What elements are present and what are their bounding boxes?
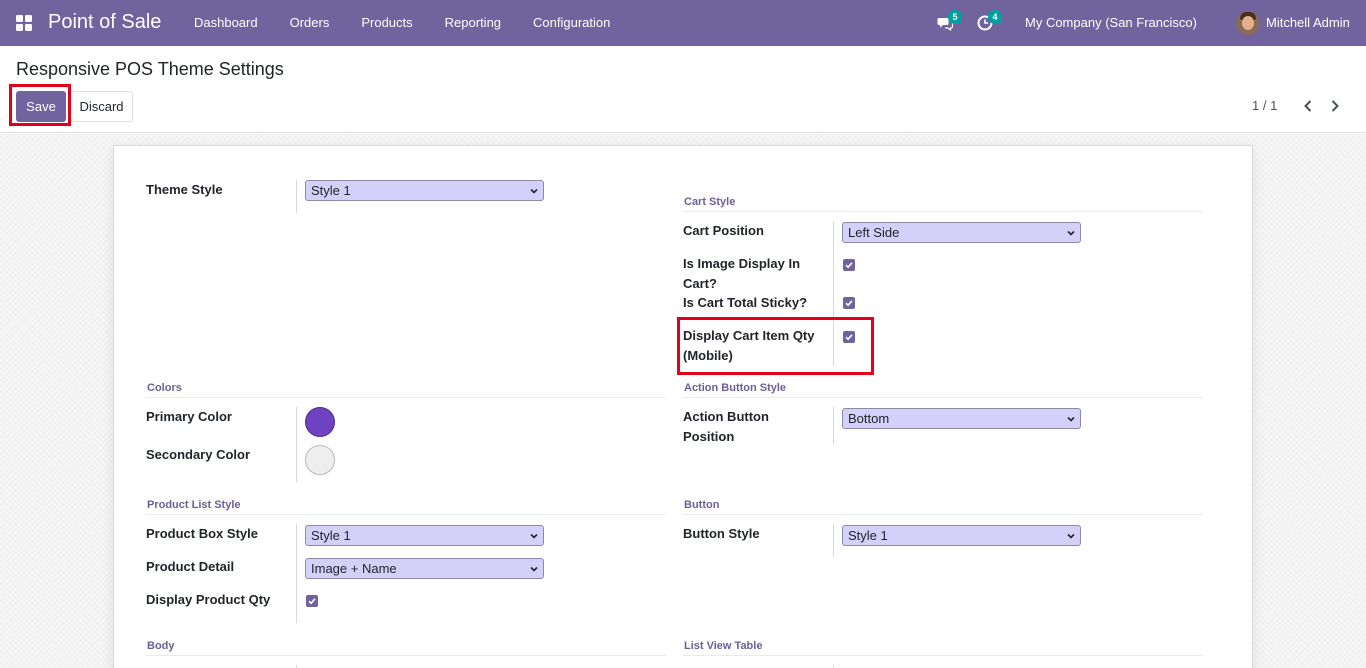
pager-next-icon[interactable]	[1327, 98, 1343, 114]
app-title[interactable]: Point of Sale	[48, 11, 161, 34]
field-divider	[833, 524, 834, 557]
field-divider	[296, 407, 297, 482]
section-separator	[683, 397, 1203, 398]
display-cart-qty-label-line1: Display Cart Item Qty	[683, 328, 815, 343]
action-button-position-value: Bottom	[848, 411, 890, 426]
main-menu: Dashboard Orders Products Reporting Conf…	[178, 0, 626, 46]
is-image-display-label-line1: Is Image Display In	[683, 256, 801, 271]
is-cart-total-sticky-label: Is Cart Total Sticky?	[683, 295, 808, 310]
display-product-qty-checkbox[interactable]	[306, 595, 318, 607]
action-button-position-label-line1: Action Button	[683, 409, 769, 424]
menu-item-dashboard[interactable]: Dashboard	[178, 0, 274, 46]
chevron-down-icon	[1067, 533, 1075, 539]
check-icon	[308, 598, 316, 605]
messages-count-badge: 5	[948, 10, 962, 24]
activities-clock-icon[interactable]: 4	[977, 10, 1002, 31]
section-separator	[146, 397, 666, 398]
product-detail-label: Product Detail	[146, 559, 235, 574]
form-view-background: Theme Style Style 1 Cart Style Cart Posi…	[0, 134, 1366, 668]
apps-menu-icon[interactable]	[16, 15, 32, 31]
page-title: Responsive POS Theme Settings	[16, 59, 284, 79]
product-box-style-label: Product Box Style	[146, 526, 258, 541]
product-detail-value: Image + Name	[311, 561, 397, 576]
theme-style-select[interactable]: Style 1	[305, 180, 544, 201]
product-box-style-value: Style 1	[311, 528, 351, 543]
action-button-position-select[interactable]: Bottom	[842, 408, 1081, 429]
is-cart-total-sticky-checkbox[interactable]	[843, 297, 855, 309]
messages-icon[interactable]: 5	[937, 10, 962, 32]
check-icon	[845, 300, 853, 307]
primary-color-label: Primary Color	[146, 409, 232, 424]
button-style-value: Style 1	[848, 528, 888, 543]
section-separator	[683, 514, 1203, 515]
chevron-down-icon	[530, 188, 538, 194]
button-style-select[interactable]: Style 1	[842, 525, 1081, 546]
display-cart-qty-label-line2: (Mobile)	[683, 348, 733, 363]
secondary-color-swatch[interactable]	[305, 445, 335, 475]
product-list-style-section-title: Product List Style	[147, 499, 241, 511]
section-separator	[146, 514, 666, 515]
chevron-down-icon	[530, 533, 538, 539]
pager-value[interactable]: 1 / 1	[1252, 98, 1277, 113]
list-view-table-section-title: List View Table	[684, 640, 763, 652]
menu-item-reporting[interactable]: Reporting	[429, 0, 517, 46]
theme-style-label: Theme Style	[146, 182, 223, 197]
control-panel: Responsive POS Theme Settings Save Disca…	[0, 46, 1366, 133]
chevron-down-icon	[530, 566, 538, 572]
section-separator	[683, 655, 1203, 656]
is-image-display-checkbox[interactable]	[843, 259, 855, 271]
chevron-down-icon	[1067, 230, 1075, 236]
display-cart-qty-checkbox[interactable]	[843, 331, 855, 343]
section-separator	[683, 211, 1203, 212]
activities-count-badge: 4	[988, 10, 1002, 24]
field-divider	[833, 221, 834, 366]
check-icon	[845, 334, 853, 341]
is-image-display-label-line2: Cart?	[683, 276, 717, 291]
cart-position-value: Left Side	[848, 225, 900, 240]
field-divider	[296, 180, 297, 213]
section-separator	[146, 655, 666, 656]
cart-position-select[interactable]: Left Side	[842, 222, 1081, 243]
discard-button[interactable]: Discard	[70, 91, 133, 122]
cart-style-section-title: Cart Style	[684, 196, 736, 208]
check-icon	[845, 262, 853, 269]
body-section-title: Body	[147, 640, 175, 652]
button-section-title: Button	[684, 499, 720, 511]
field-divider	[833, 407, 834, 444]
theme-style-value: Style 1	[311, 183, 351, 198]
menu-item-products[interactable]: Products	[345, 0, 428, 46]
menu-item-orders[interactable]: Orders	[274, 0, 346, 46]
user-menu[interactable]: Mitchell Admin	[1266, 15, 1350, 30]
chevron-down-icon	[1067, 416, 1075, 422]
form-sheet: Theme Style Style 1 Cart Style Cart Posi…	[113, 145, 1253, 668]
display-product-qty-label: Display Product Qty	[146, 592, 271, 607]
product-detail-select[interactable]: Image + Name	[305, 558, 544, 579]
company-switcher[interactable]: My Company (San Francisco)	[1025, 15, 1197, 30]
action-button-style-section-title: Action Button Style	[684, 382, 787, 394]
action-button-position-label-line2: Position	[683, 429, 735, 444]
secondary-color-label: Secondary Color	[146, 447, 251, 462]
cart-position-label: Cart Position	[683, 223, 764, 238]
user-avatar[interactable]	[1236, 11, 1260, 35]
save-button[interactable]: Save	[16, 91, 66, 122]
primary-color-swatch[interactable]	[305, 407, 335, 437]
field-divider	[296, 524, 297, 623]
top-navbar: Point of Sale Dashboard Orders Products …	[0, 0, 1366, 46]
product-box-style-select[interactable]: Style 1	[305, 525, 544, 546]
pager-previous-icon[interactable]	[1300, 98, 1316, 114]
menu-item-configuration[interactable]: Configuration	[517, 0, 626, 46]
button-style-label: Button Style	[683, 526, 760, 541]
colors-section-title: Colors	[147, 382, 182, 394]
